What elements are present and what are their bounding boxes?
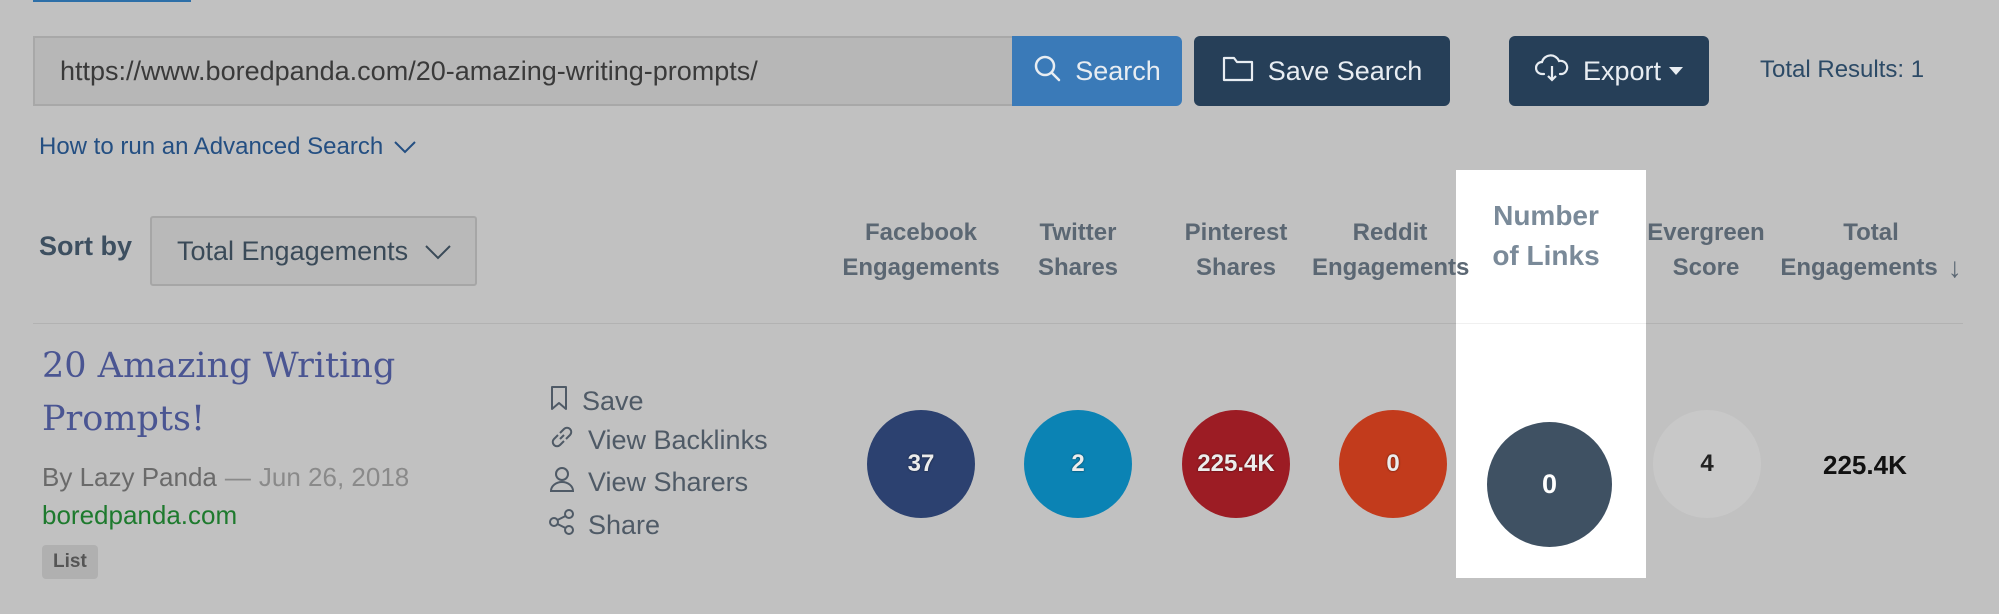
save-search-button[interactable]: Save Search: [1194, 36, 1450, 106]
column-header-reddit[interactable]: Reddit Engagements: [1312, 215, 1469, 285]
save-search-label: Save Search: [1267, 55, 1423, 86]
evergreen-score-badge: 4: [1653, 410, 1761, 518]
chevron-down-icon: [424, 236, 452, 267]
facebook-engagements-badge: 37: [867, 410, 975, 518]
advanced-search-label: How to run an Advanced Search: [39, 133, 384, 160]
column-header-links[interactable]: Number of Links: [1456, 196, 1636, 276]
column-header-evergreen[interactable]: Evergreen Score: [1646, 215, 1766, 285]
user-icon: [548, 465, 576, 500]
link-icon: [548, 423, 576, 458]
search-button-label: Search: [1075, 55, 1161, 86]
highlight-divider: [1456, 323, 1646, 324]
reddit-engagements-badge: 0: [1339, 410, 1447, 518]
total-engagements-value: 225.4K: [1823, 450, 1907, 480]
twitter-shares-badge: 2: [1024, 410, 1132, 518]
byline: By Lazy Panda — Jun 26, 2018: [42, 462, 409, 493]
advanced-search-link[interactable]: How to run an Advanced Search: [39, 133, 417, 161]
cloud-download-icon: [1534, 53, 1569, 89]
number-of-links-badge: 0: [1487, 422, 1612, 547]
column-header-facebook[interactable]: Facebook Engagements: [838, 215, 1004, 285]
save-action[interactable]: Save: [548, 385, 644, 418]
active-tab-underline: [33, 0, 191, 2]
publish-date: Jun 26, 2018: [258, 462, 410, 492]
sort-selected-value: Total Engagements: [177, 235, 409, 266]
header-divider: [33, 323, 1963, 324]
bookmark-icon: [548, 385, 570, 418]
sort-label: Sort by: [39, 231, 133, 261]
export-label: Export: [1582, 55, 1662, 86]
chevron-down-icon: [393, 133, 417, 161]
search-input-value: https://www.boredpanda.com/20-amazing-wr…: [60, 55, 758, 86]
sort-arrow-down-icon: ↓: [1947, 252, 1962, 283]
pinterest-shares-badge: 225.4K: [1182, 410, 1290, 518]
search-button[interactable]: Search: [1012, 36, 1182, 106]
author[interactable]: By Lazy Panda: [42, 462, 217, 492]
view-backlinks-action[interactable]: View Backlinks: [548, 423, 768, 458]
domain-link[interactable]: boredpanda.com: [42, 500, 237, 531]
search-icon: [1033, 54, 1061, 89]
column-header-total[interactable]: Total Engagements ↓: [1776, 215, 1966, 285]
caret-down-icon: [1669, 67, 1684, 75]
share-action[interactable]: Share: [548, 508, 660, 543]
column-header-pinterest[interactable]: Pinterest Shares: [1172, 215, 1300, 285]
search-input[interactable]: https://www.boredpanda.com/20-amazing-wr…: [33, 36, 1012, 106]
byline-separator: —: [224, 462, 251, 492]
total-results: Total Results: 1: [1760, 56, 1925, 83]
view-sharers-action[interactable]: View Sharers: [548, 465, 748, 500]
export-button[interactable]: Export: [1509, 36, 1709, 106]
folder-icon: [1222, 54, 1254, 89]
sort-select[interactable]: Total Engagements: [150, 216, 477, 286]
article-title-link[interactable]: 20 Amazing Writing Prompts!: [42, 340, 462, 446]
column-header-twitter[interactable]: Twitter Shares: [1017, 215, 1139, 285]
content-type-badge: List: [42, 545, 98, 579]
share-icon: [548, 508, 576, 543]
